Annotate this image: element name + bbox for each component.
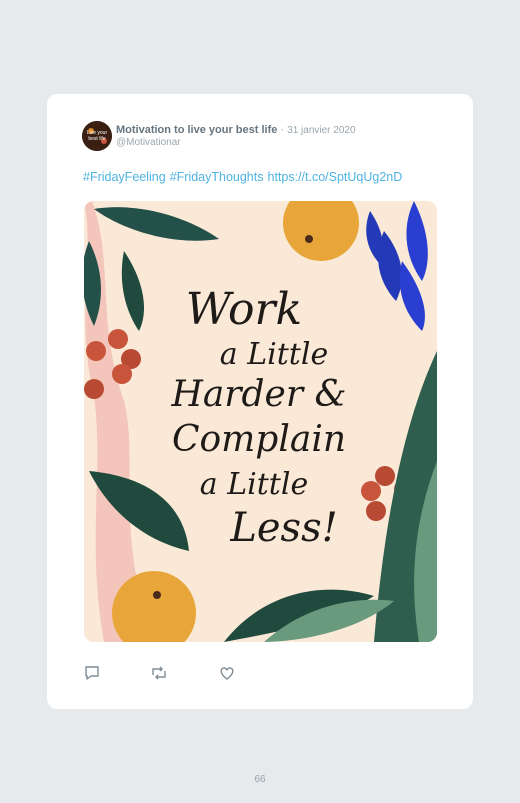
quote-line-5: a Little [200, 467, 308, 502]
heart-icon[interactable] [218, 664, 236, 682]
tweet-card: Live your best life Motivation to live y… [47, 94, 473, 709]
page-number: 66 [254, 774, 266, 785]
separator: · [280, 124, 285, 136]
hashtag-fridaythoughts[interactable]: #FridayThoughts [170, 170, 264, 184]
tweet-text: #FridayFeeling #FridayThoughts https://t.c… [83, 170, 406, 184]
author-handle[interactable]: @Motivationar [116, 137, 181, 148]
quote-line-1: Work [186, 284, 302, 335]
hashtag-fridayfeeling[interactable]: #FridayFeeling [83, 170, 166, 184]
quote-line-4: Complain [172, 419, 346, 460]
author-line: Motivation to live your best life · 31 j… [116, 124, 356, 136]
quote-line-6: Less! [229, 505, 337, 551]
quote-line-3: Harder & [170, 374, 346, 415]
avatar-text-bottom: best life [88, 136, 105, 142]
avatar[interactable]: Live your best life [82, 121, 112, 151]
tweet-link[interactable]: https://t.co/SptUqUg2nD [268, 170, 403, 184]
reply-icon[interactable] [83, 664, 101, 682]
tweet-image[interactable]: Work a Little Harder & Complain a Little… [84, 201, 437, 642]
quote-line-2: a Little [220, 337, 328, 372]
author-name[interactable]: Motivation to live your best life [116, 124, 277, 136]
tweet-date[interactable]: 31 janvier 2020 [287, 125, 355, 136]
retweet-icon[interactable] [150, 664, 168, 682]
